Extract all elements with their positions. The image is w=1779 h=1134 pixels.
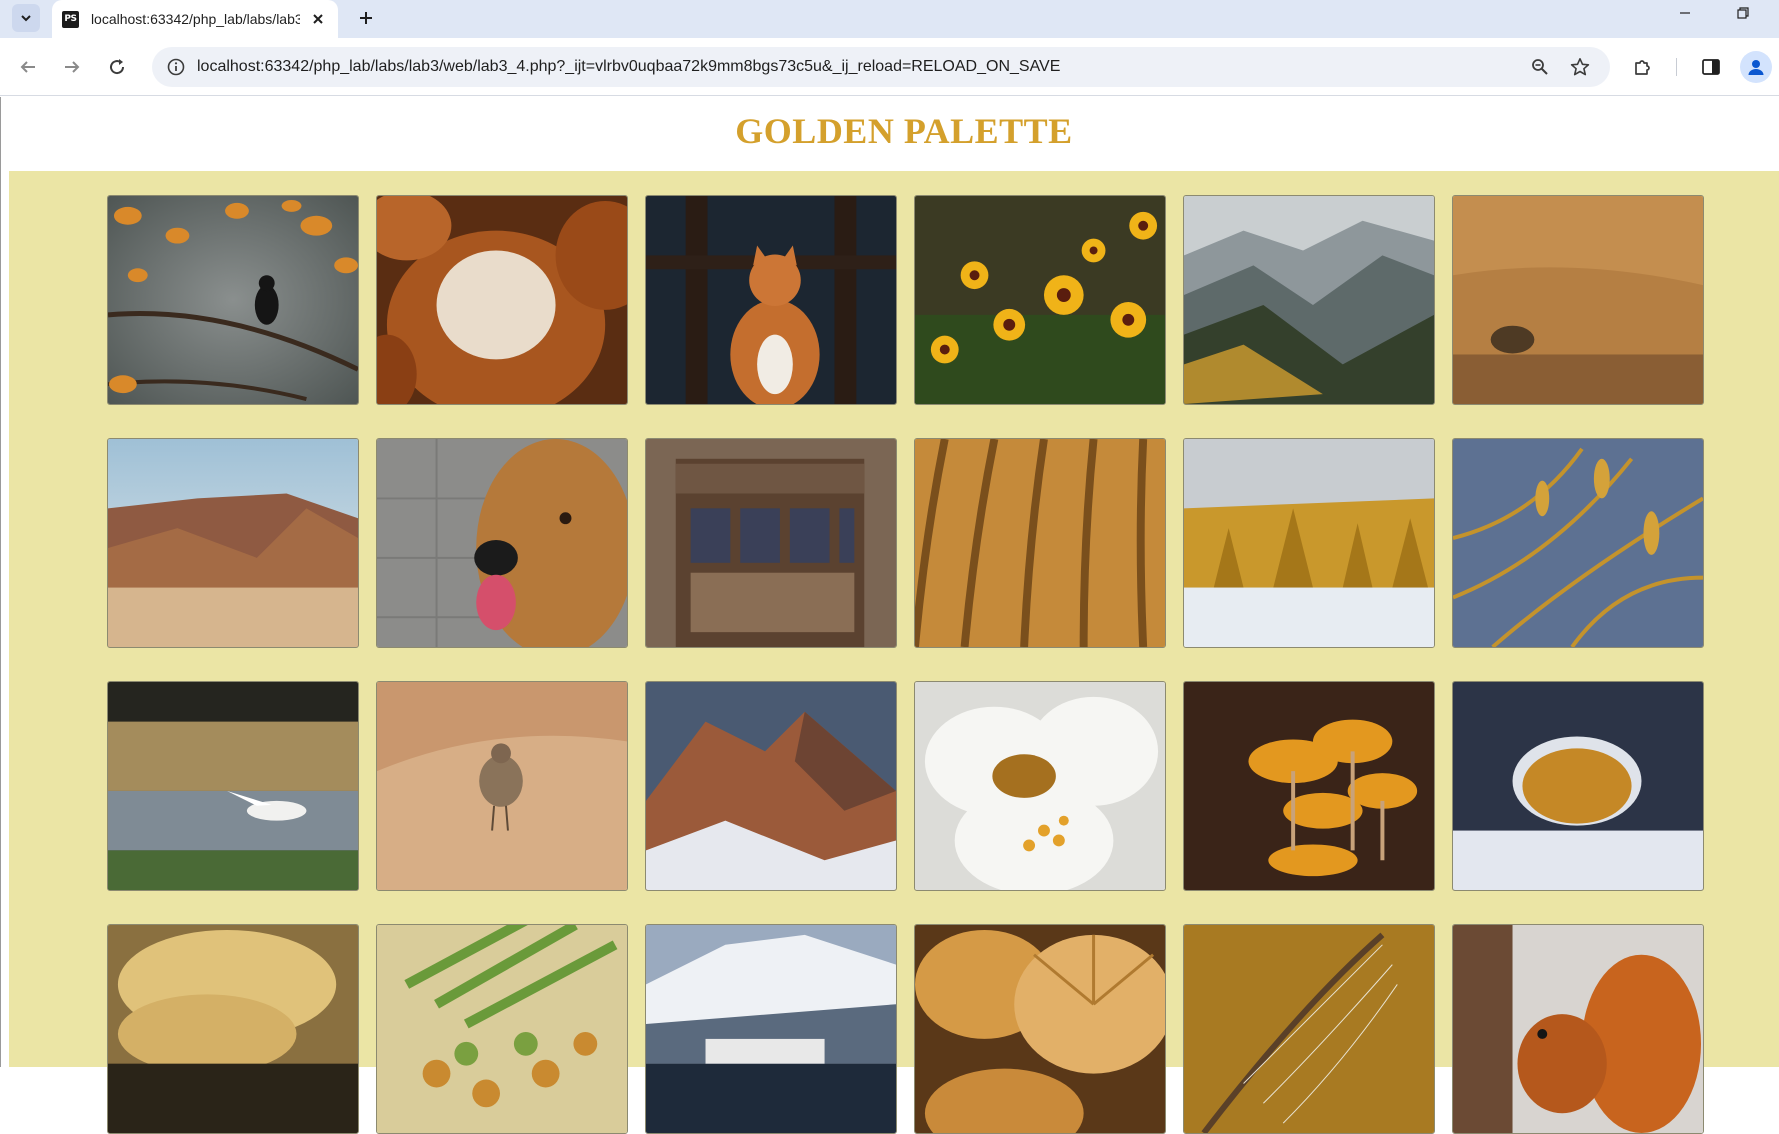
site-info-button[interactable] <box>160 51 192 83</box>
tab-close-button[interactable] <box>308 9 328 29</box>
gallery-image-frosted-mushroom[interactable] <box>1452 681 1704 891</box>
active-tab[interactable]: PS localhost:63342/php_lab/labs/lab3/web… <box>52 0 338 38</box>
tab-strip: PS localhost:63342/php_lab/labs/lab3/web… <box>0 0 1779 38</box>
gallery-image-shell-cakes[interactable] <box>914 924 1166 1134</box>
gallery-image-canyon[interactable] <box>107 438 359 648</box>
gallery-image-boat[interactable] <box>645 924 897 1134</box>
gallery-image-spider-web[interactable] <box>1183 924 1435 1134</box>
gallery-image-mountains[interactable] <box>1183 195 1435 405</box>
tab-search-button[interactable] <box>12 4 40 32</box>
gallery-image-bird[interactable] <box>107 195 359 405</box>
gallery-image-field[interactable] <box>914 438 1166 648</box>
profile-icon <box>1748 60 1764 75</box>
minimize-button[interactable] <box>1662 0 1708 26</box>
back-arrow-icon <box>20 61 35 73</box>
profile-button[interactable] <box>1740 51 1772 83</box>
star-icon <box>1570 58 1590 76</box>
side-panel-button[interactable] <box>1695 51 1727 83</box>
close-icon <box>313 14 323 24</box>
bookmark-button[interactable] <box>1564 51 1596 83</box>
favicon-icon: PS <box>62 10 79 28</box>
gallery-image-door[interactable] <box>645 438 897 648</box>
plus-icon <box>360 12 372 24</box>
back-button[interactable] <box>12 51 44 83</box>
gallery-image-squirrel[interactable] <box>1452 924 1704 1134</box>
address-bar[interactable]: localhost:63342/php_lab/labs/lab3/web/la… <box>152 47 1610 87</box>
gallery-image-bread[interactable] <box>376 195 628 405</box>
gallery-image-bee-flower[interactable] <box>914 681 1166 891</box>
gallery-image-mushrooms[interactable] <box>1183 681 1435 891</box>
gallery <box>9 171 1779 1134</box>
gallery-image-heron[interactable] <box>107 681 359 891</box>
zoom-button[interactable] <box>1524 51 1556 83</box>
tab-title: localhost:63342/php_lab/labs/lab3/web/la… <box>90 11 301 27</box>
browser-toolbar: localhost:63342/php_lab/labs/lab3/web/la… <box>0 38 1779 96</box>
puzzle-icon <box>1635 60 1650 75</box>
extensions-button[interactable] <box>1627 51 1659 83</box>
gallery-image-snow-mountain[interactable] <box>645 681 897 891</box>
gallery-image-desert[interactable] <box>1452 195 1704 405</box>
gallery-image-grass[interactable] <box>1452 438 1704 648</box>
gallery-image-cat[interactable] <box>645 195 897 405</box>
new-tab-button[interactable] <box>352 4 380 32</box>
reload-button[interactable] <box>101 51 133 83</box>
gallery-image-pasta[interactable] <box>376 924 628 1134</box>
forward-button[interactable] <box>56 51 88 83</box>
side-panel-icon <box>1702 59 1720 75</box>
gallery-image-pastry[interactable] <box>107 924 359 1134</box>
chevron-down-icon <box>21 15 31 22</box>
gallery-image-dog[interactable] <box>376 438 628 648</box>
url-text[interactable]: localhost:63342/php_lab/labs/lab3/web/la… <box>197 58 1060 76</box>
toolbar-separator <box>1676 58 1677 76</box>
forward-arrow-icon <box>65 61 80 73</box>
gallery-image-sand-bird[interactable] <box>376 681 628 891</box>
minimize-icon <box>1680 12 1690 14</box>
restore-icon <box>1737 7 1749 19</box>
reload-icon <box>110 59 125 75</box>
page-title: GOLDEN PALETTE <box>735 111 1073 151</box>
gallery-image-larch-forest[interactable] <box>1183 438 1435 648</box>
zoom-icon <box>1532 59 1548 75</box>
restore-button[interactable] <box>1720 0 1766 26</box>
web-page: GOLDEN PALETTE <box>0 97 1779 1134</box>
info-icon <box>167 58 185 76</box>
gallery-image-wildflowers[interactable] <box>914 195 1166 405</box>
